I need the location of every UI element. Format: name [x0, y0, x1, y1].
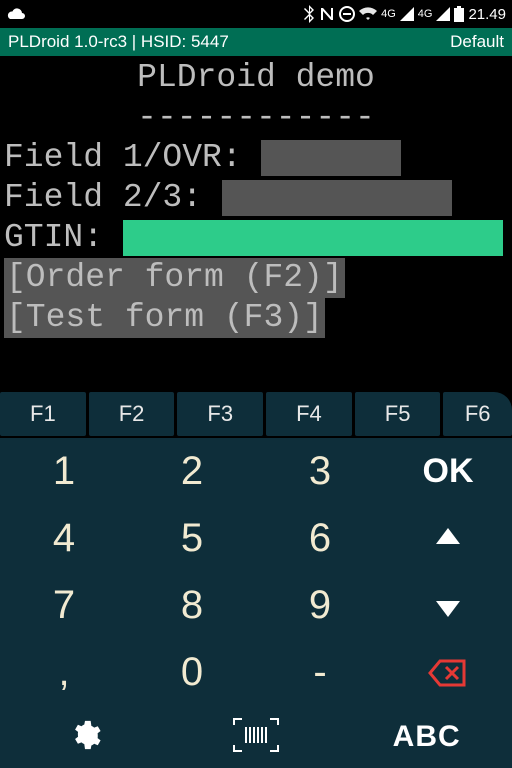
function-key-row: F1 F2 F3 F4 F5 F6 [0, 392, 512, 438]
f3-key[interactable]: F3 [177, 392, 263, 436]
bottom-bar: ABC [0, 706, 512, 768]
arrow-up-icon [434, 526, 462, 552]
f5-key[interactable]: F5 [355, 392, 441, 436]
key-4[interactable]: 4 [0, 505, 128, 572]
terminal-screen[interactable]: PLDroid demo ------------ Field 1/OVR: F… [0, 56, 512, 392]
network-2-label: 4G [418, 8, 433, 20]
battery-icon [454, 6, 464, 22]
signal-1-icon [400, 7, 414, 21]
numeric-keypad: 1 2 3 OK 4 5 6 7 8 9 , [0, 438, 512, 706]
gtin-input[interactable] [123, 220, 503, 256]
backspace-icon [428, 659, 468, 687]
field-1-label: Field 1/OVR: [4, 138, 242, 178]
terminal-field-1: Field 1/OVR: [4, 138, 508, 178]
terminal-field-2: Field 2/3: [4, 178, 508, 218]
barcode-scan-icon [232, 717, 280, 758]
do-not-disturb-icon [339, 6, 355, 22]
cloud-icon [6, 7, 26, 21]
arrow-down-icon [434, 593, 462, 619]
key-backspace[interactable] [384, 639, 512, 706]
f2-key[interactable]: F2 [89, 392, 175, 436]
terminal-link-test: [Test form (F3)] [4, 298, 508, 338]
titlebar-left: PLDroid 1.0-rc3 | HSID: 5447 [8, 32, 229, 52]
key-2[interactable]: 2 [128, 438, 256, 505]
bluetooth-icon [303, 5, 315, 23]
key-8[interactable]: 8 [128, 572, 256, 639]
terminal-link-order: [Order form (F2)] [4, 258, 508, 298]
signal-2-icon [436, 7, 450, 21]
network-1-label: 4G [381, 8, 396, 20]
clock: 21.49 [468, 6, 506, 23]
key-minus[interactable]: - [256, 639, 384, 706]
key-9[interactable]: 9 [256, 572, 384, 639]
nfc-icon [319, 6, 335, 22]
key-up[interactable] [384, 505, 512, 572]
terminal-title: PLDroid demo [4, 58, 508, 98]
gtin-label: GTIN: [4, 218, 103, 258]
key-7[interactable]: 7 [0, 572, 128, 639]
terminal-field-gtin: GTIN: [4, 218, 508, 258]
key-6[interactable]: 6 [256, 505, 384, 572]
key-5[interactable]: 5 [128, 505, 256, 572]
f1-key[interactable]: F1 [0, 392, 86, 436]
scan-button[interactable] [171, 706, 342, 768]
f4-key[interactable]: F4 [266, 392, 352, 436]
settings-button[interactable] [0, 706, 171, 768]
wifi-icon [359, 7, 377, 21]
android-status-bar: 4G 4G 21.49 [0, 0, 512, 28]
key-down[interactable] [384, 572, 512, 639]
app-title-bar: PLDroid 1.0-rc3 | HSID: 5447 Default [0, 28, 512, 56]
f6-key[interactable]: F6 [443, 392, 512, 436]
key-ok[interactable]: OK [384, 438, 512, 505]
test-form-link[interactable]: [Test form (F3)] [4, 298, 325, 338]
terminal-divider: ------------ [4, 98, 508, 138]
field-1-input[interactable] [261, 140, 401, 176]
key-comma[interactable]: , [0, 639, 128, 706]
key-0[interactable]: 0 [128, 639, 256, 706]
titlebar-profile[interactable]: Default [450, 32, 504, 52]
field-2-label: Field 2/3: [4, 178, 202, 218]
input-mode-button[interactable]: ABC [341, 706, 512, 768]
field-2-input[interactable] [222, 180, 452, 216]
key-3[interactable]: 3 [256, 438, 384, 505]
order-form-link[interactable]: [Order form (F2)] [4, 258, 345, 298]
gear-icon [68, 718, 102, 757]
key-1[interactable]: 1 [0, 438, 128, 505]
